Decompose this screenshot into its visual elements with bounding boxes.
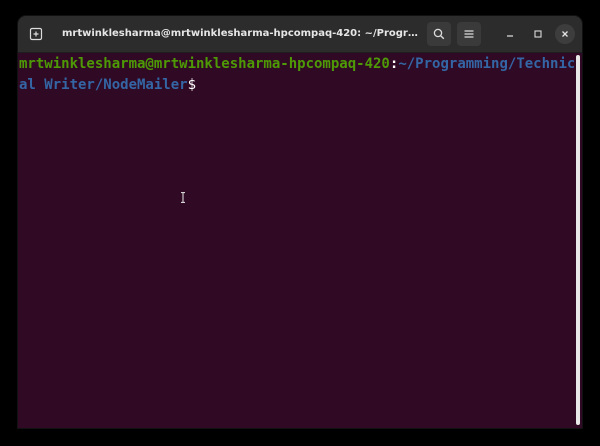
minimize-button[interactable]	[500, 24, 520, 44]
hamburger-menu-icon	[464, 30, 474, 38]
title-bar[interactable]: mrtwinklesharma@mrtwinklesharma-hpcompaq…	[18, 16, 582, 53]
minimize-icon	[507, 35, 513, 37]
close-button[interactable]	[555, 24, 575, 44]
search-icon	[433, 28, 445, 40]
search-button[interactable]	[427, 22, 451, 46]
window-title: mrtwinklesharma@mrtwinklesharma-hpcompaq…	[62, 28, 418, 39]
prompt-symbol: $	[187, 77, 197, 93]
terminal-output[interactable]: mrtwinklesharma@mrtwinklesharma-hpcompaq…	[18, 53, 578, 428]
close-icon	[562, 31, 568, 37]
new-tab-button[interactable]	[24, 22, 48, 46]
text-cursor-icon	[181, 192, 185, 203]
prompt-user-host: mrtwinklesharma@mrtwinklesharma-hpcompaq…	[19, 56, 390, 72]
terminal-scrollbar[interactable]	[574, 53, 582, 428]
maximize-button[interactable]	[528, 24, 548, 44]
scrollbar-thumb[interactable]	[576, 55, 580, 425]
maximize-icon	[534, 30, 542, 38]
new-tab-icon	[29, 27, 43, 41]
menu-button[interactable]	[457, 22, 481, 46]
terminal-window: mrtwinklesharma@mrtwinklesharma-hpcompaq…	[18, 16, 582, 428]
